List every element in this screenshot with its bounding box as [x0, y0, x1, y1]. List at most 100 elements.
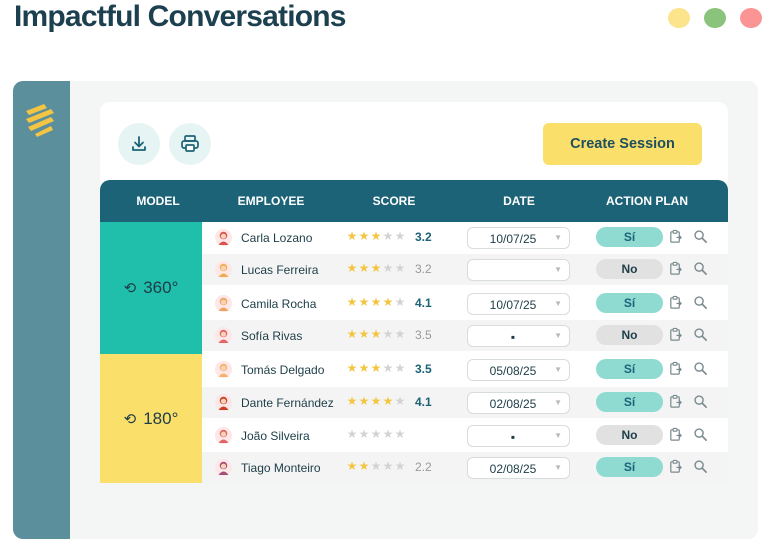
date-picker[interactable]: ▪ ▼: [467, 325, 570, 347]
star-filled-icon: ★: [370, 327, 382, 341]
employee-name[interactable]: Camila Rocha: [241, 297, 316, 311]
table-row[interactable]: Dante Fernández ★ ★ ★ ★ ★ 4.1 02/08/25 ▼ Sí: [202, 387, 728, 418]
star-empty-icon: ★: [394, 394, 406, 408]
date-picker[interactable]: 02/08/25 ▼: [467, 392, 570, 414]
employee-name[interactable]: João Silveira: [241, 429, 310, 443]
star-filled-icon: ★: [346, 394, 358, 408]
create-session-button[interactable]: Create Session: [543, 123, 702, 165]
table-row[interactable]: Tiago Monteiro ★ ★ ★ ★ ★ 2.2 02/08/25 ▼ Sí: [202, 452, 728, 483]
download-button[interactable]: [118, 123, 160, 165]
window-dot-yellow[interactable]: [668, 8, 690, 28]
column-header-score[interactable]: SCORE: [373, 194, 416, 208]
chevron-down-icon: ▼: [554, 431, 562, 440]
star-empty-icon: ★: [382, 327, 394, 341]
star-rating: ★ ★ ★ ★ ★: [346, 394, 406, 408]
column-header-date[interactable]: DATE: [503, 194, 535, 208]
action-plan-toggle[interactable]: Sí: [596, 392, 663, 412]
employee-name[interactable]: Dante Fernández: [241, 396, 334, 410]
date-picker[interactable]: ▼: [467, 259, 570, 281]
action-plan-toggle[interactable]: No: [596, 259, 663, 279]
table-row[interactable]: João Silveira ★ ★ ★ ★ ★ ▪ ▼ No: [202, 420, 728, 451]
app-title: Impactful Conversations: [14, 0, 346, 33]
clipboard-export-icon[interactable]: [668, 394, 683, 409]
chevron-down-icon: ▼: [554, 331, 562, 340]
date-picker[interactable]: 10/07/25 ▼: [467, 227, 570, 249]
clipboard-export-icon[interactable]: [668, 427, 683, 442]
search-icon[interactable]: [693, 459, 708, 474]
clipboard-export-icon[interactable]: [668, 229, 683, 244]
star-filled-icon: ★: [370, 295, 382, 309]
clipboard-export-icon[interactable]: [668, 459, 683, 474]
window-dot-red[interactable]: [740, 8, 762, 28]
search-icon[interactable]: [693, 229, 708, 244]
column-header-action-plan[interactable]: ACTION PLAN: [606, 194, 688, 208]
score-value: 3.5: [415, 328, 432, 342]
date-picker[interactable]: ▪ ▼: [467, 425, 570, 447]
table-row[interactable]: Tomás Delgado ★ ★ ★ ★ ★ 3.5 05/08/25 ▼ Sí: [202, 354, 728, 385]
date-picker[interactable]: 02/08/25 ▼: [467, 457, 570, 479]
download-icon: [132, 136, 146, 151]
action-plan-toggle[interactable]: Sí: [596, 457, 663, 477]
date-value: 10/07/25: [489, 232, 537, 246]
table-row[interactable]: Lucas Ferreira ★ ★ ★ ★ ★ 3.2 ▼ No: [202, 254, 728, 285]
feedback-loop-icon: ⟲: [123, 410, 137, 428]
star-filled-icon: ★: [346, 327, 358, 341]
table-row[interactable]: Camila Rocha ★ ★ ★ ★ ★ 4.1 10/07/25 ▼ Sí: [202, 288, 728, 319]
employee-name[interactable]: Tiago Monteiro: [241, 461, 321, 475]
chevron-down-icon: ▼: [554, 265, 562, 274]
app-window: Create Session MODEL EMPLOYEE SCORE DATE…: [13, 81, 758, 539]
clipboard-export-icon[interactable]: [668, 261, 683, 276]
search-icon[interactable]: [693, 327, 708, 342]
search-icon[interactable]: [693, 394, 708, 409]
window-dots: [668, 8, 762, 28]
clipboard-export-icon[interactable]: [668, 361, 683, 376]
model-label: 360°: [143, 278, 179, 297]
printer-icon: [181, 135, 199, 152]
table-row[interactable]: Sofía Rivas ★ ★ ★ ★ ★ 3.5 ▪ ▼ No: [202, 320, 728, 351]
date-picker[interactable]: 05/08/25 ▼: [467, 359, 570, 381]
score-value: 4.1: [415, 395, 432, 409]
star-filled-icon: ★: [358, 361, 370, 375]
model-group-360: ⟲ 360°: [100, 222, 202, 354]
search-icon[interactable]: [693, 261, 708, 276]
action-plan-toggle[interactable]: Sí: [596, 359, 663, 379]
star-rating: ★ ★ ★ ★ ★: [346, 361, 406, 375]
star-empty-icon: ★: [394, 459, 406, 473]
table-row[interactable]: Carla Lozano ★ ★ ★ ★ ★ 3.2 10/07/25 ▼ Sí: [202, 222, 728, 253]
star-filled-icon: ★: [358, 327, 370, 341]
employee-avatar: [215, 295, 232, 312]
star-rating: ★ ★ ★ ★ ★: [346, 459, 406, 473]
date-value: 02/08/25: [489, 397, 537, 411]
star-filled-icon: ★: [346, 261, 358, 275]
action-plan-toggle[interactable]: No: [596, 325, 663, 345]
search-icon[interactable]: [693, 361, 708, 376]
star-empty-icon: ★: [382, 427, 394, 441]
feedback-loop-icon: ⟲: [123, 280, 137, 297]
employee-avatar: [215, 327, 232, 344]
score-value: 4.1: [415, 296, 432, 310]
star-rating: ★ ★ ★ ★ ★: [346, 295, 406, 309]
action-plan-toggle[interactable]: No: [596, 425, 663, 445]
search-icon[interactable]: [693, 427, 708, 442]
print-button[interactable]: [169, 123, 211, 165]
star-empty-icon: ★: [394, 261, 406, 275]
employee-name[interactable]: Tomás Delgado: [241, 363, 324, 377]
date-picker[interactable]: 10/07/25 ▼: [467, 293, 570, 315]
clipboard-export-icon[interactable]: [668, 295, 683, 310]
date-value: 05/08/25: [489, 364, 537, 378]
clipboard-export-icon[interactable]: [668, 327, 683, 342]
chevron-down-icon: ▼: [554, 365, 562, 374]
employee-name[interactable]: Lucas Ferreira: [241, 263, 318, 277]
column-header-employee[interactable]: EMPLOYEE: [238, 194, 305, 208]
employee-name[interactable]: Carla Lozano: [241, 231, 312, 245]
column-header-model[interactable]: MODEL: [136, 194, 179, 208]
action-plan-toggle[interactable]: Sí: [596, 227, 663, 247]
star-empty-icon: ★: [382, 459, 394, 473]
action-plan-toggle[interactable]: Sí: [596, 293, 663, 313]
star-rating: ★ ★ ★ ★ ★: [346, 261, 406, 275]
star-empty-icon: ★: [394, 361, 406, 375]
window-dot-green[interactable]: [704, 8, 726, 28]
search-icon[interactable]: [693, 295, 708, 310]
employee-name[interactable]: Sofía Rivas: [241, 329, 302, 343]
employee-avatar: [215, 394, 232, 411]
